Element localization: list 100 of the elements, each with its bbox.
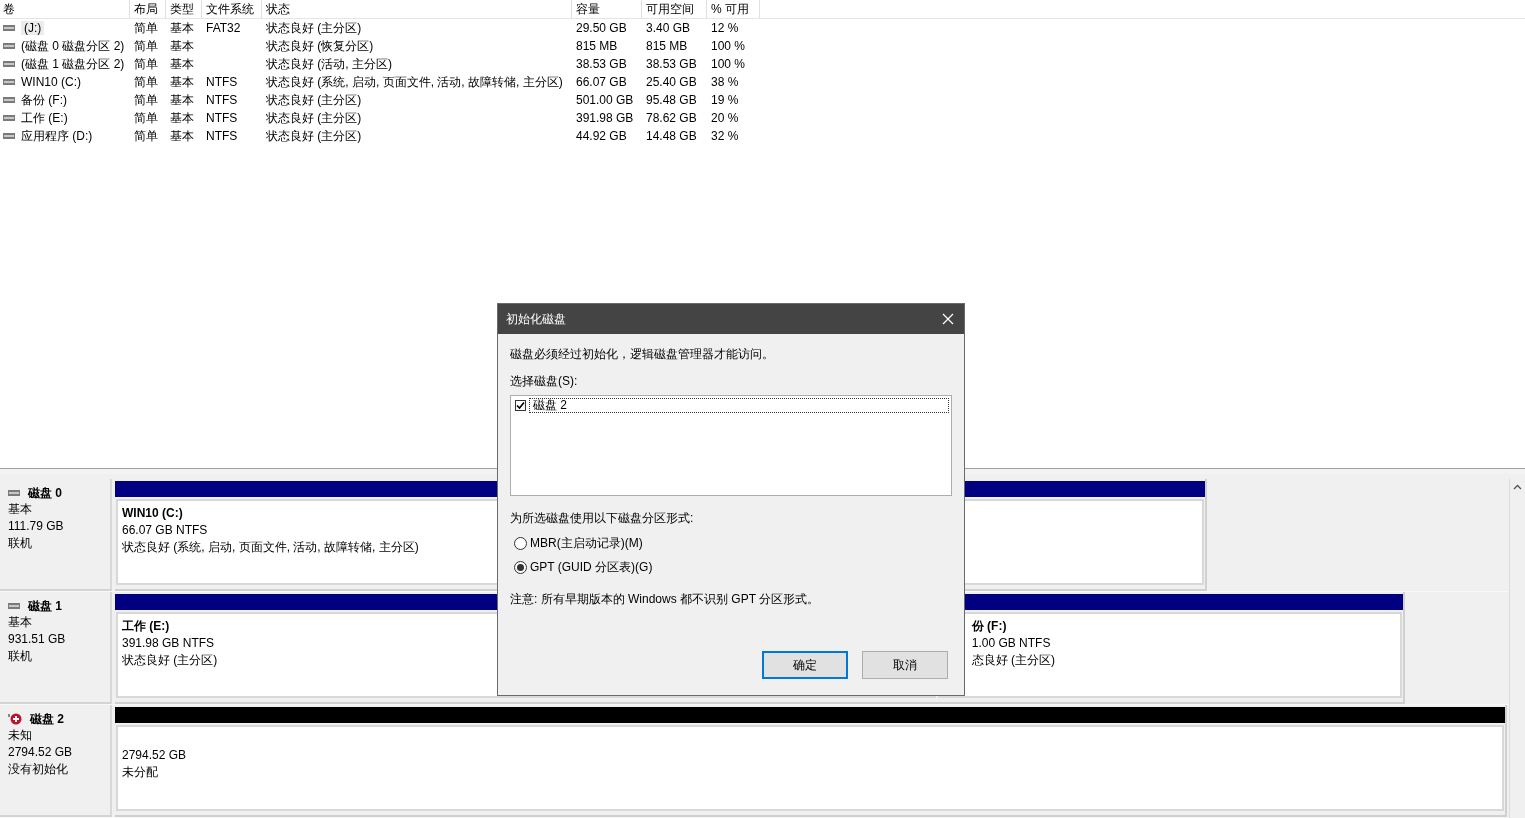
table-cell: FAT32: [206, 21, 241, 35]
disk-status: 没有初始化: [8, 761, 69, 778]
column-header[interactable]: 卷: [0, 0, 130, 18]
disk-size: 2794.52 GB: [8, 744, 74, 761]
disk-size: 111.79 GB: [8, 518, 65, 535]
table-cell: 基本: [170, 127, 194, 145]
table-cell: 状态良好 (主分区): [266, 91, 362, 109]
volume-name[interactable]: (J:): [21, 21, 45, 35]
ok-button[interactable]: 确定: [762, 651, 848, 679]
table-cell: 基本: [170, 55, 194, 73]
table-cell: NTFS: [206, 129, 238, 143]
table-cell: 状态良好 (活动, 主分区): [266, 55, 392, 73]
column-header[interactable]: 布局: [130, 0, 166, 18]
drive-icon: [3, 133, 15, 139]
error-icon: [8, 713, 22, 725]
table-cell: 815 MB: [576, 39, 618, 53]
checkbox[interactable]: [515, 400, 526, 411]
partition-detail: 391.98 GB NTFS: [122, 635, 215, 652]
table-cell: 简单: [134, 55, 158, 73]
table-cell: 基本: [170, 19, 194, 37]
table-cell: 简单: [134, 91, 158, 109]
radio-button[interactable]: [514, 536, 527, 550]
radio-label[interactable]: GPT (GUID 分区表)(G): [530, 558, 653, 576]
table-cell: 12 %: [711, 21, 739, 35]
drive-icon: [3, 115, 15, 121]
table-cell: 100 %: [711, 57, 746, 71]
table-cell: 状态良好 (主分区): [266, 109, 362, 127]
table-cell: 状态良好 (系统, 启动, 页面文件, 活动, 故障转储, 主分区): [266, 73, 563, 91]
table-cell: 29.50 GB: [576, 21, 627, 35]
table-cell: 简单: [134, 37, 158, 55]
volume-name[interactable]: WIN10 (C:): [19, 75, 83, 89]
table-cell: 简单: [134, 73, 158, 91]
partition-detail: 2794.52 GB: [122, 747, 187, 764]
cancel-button[interactable]: 取消: [862, 651, 948, 679]
partition-status: 状态良好 (系统, 启动, 页面文件, 活动, 故障转储, 主分区): [122, 539, 419, 556]
note-text: 注意: 所有早期版本的 Windows 都不识别 GPT 分区形式。: [510, 591, 821, 608]
column-header[interactable]: 文件系统: [202, 0, 262, 18]
table-cell: 简单: [134, 109, 158, 127]
table-cell: 25.40 GB: [646, 75, 697, 89]
table-cell: NTFS: [206, 75, 238, 89]
disk-name: 磁盘 0: [28, 484, 62, 502]
table-cell: NTFS: [206, 111, 238, 125]
table-cell: 391.98 GB: [576, 111, 634, 125]
table-cell: 14.48 GB: [646, 129, 697, 143]
disk-type: 基本: [8, 501, 33, 518]
drive-icon: [3, 61, 15, 67]
table-cell: 基本: [170, 73, 194, 91]
table-cell: 815 MB: [646, 39, 688, 53]
partition-detail: 1.00 GB NTFS: [971, 635, 1051, 652]
list-item[interactable]: 磁盘 2: [529, 398, 949, 413]
table-cell: 95.48 GB: [646, 93, 697, 107]
table-cell: 38.53 GB: [576, 57, 627, 71]
drive-icon: [3, 43, 15, 49]
table-cell: 38.53 GB: [646, 57, 697, 71]
table-cell: 78.62 GB: [646, 111, 697, 125]
table-cell: 状态良好 (恢复分区): [266, 37, 374, 55]
table-cell: 66.07 GB: [576, 75, 627, 89]
table-cell: 501.00 GB: [576, 93, 634, 107]
partition-status: 未分配: [122, 764, 158, 781]
field-label: 为所选磁盘使用以下磁盘分区形式:: [510, 510, 695, 527]
table-cell: 状态良好 (主分区): [266, 127, 362, 145]
table-cell: NTFS: [206, 93, 238, 107]
scrollbar[interactable]: [1509, 479, 1525, 818]
volume-name[interactable]: 应用程序 (D:): [19, 127, 95, 145]
table-cell: 44.92 GB: [576, 129, 627, 143]
drive-icon: [3, 97, 15, 103]
table-cell: 简单: [134, 127, 158, 145]
table-cell: 基本: [170, 37, 194, 55]
field-label: 选择磁盘(S):: [510, 373, 579, 390]
table-cell: 基本: [170, 91, 194, 109]
scroll-up-icon[interactable]: [1513, 484, 1522, 490]
disk-size: 931.51 GB: [8, 631, 67, 648]
disk-name: 磁盘 2: [30, 710, 64, 728]
message-text: 磁盘必须经过初始化，逻辑磁盘管理器才能访问。: [510, 346, 775, 363]
column-header[interactable]: 类型: [166, 0, 202, 18]
close-icon[interactable]: [942, 313, 954, 325]
radio-label[interactable]: MBR(主启动记录)(M): [530, 534, 643, 552]
disk-name: 磁盘 1: [28, 597, 62, 615]
volume-name[interactable]: 工作 (E:): [19, 109, 70, 127]
radio-button[interactable]: [514, 560, 527, 574]
disk-type: 基本: [8, 614, 33, 631]
partition-name: WIN10 (C:): [122, 505, 183, 522]
table-cell: 32 %: [711, 129, 739, 143]
table-cell: 3.40 GB: [646, 21, 691, 35]
volume-name[interactable]: (磁盘 0 磁盘分区 2): [19, 37, 127, 55]
column-header[interactable]: 状态: [262, 0, 572, 18]
table-cell: 100 %: [711, 39, 746, 53]
drive-icon: [8, 603, 20, 609]
partition-status: 状态良好 (主分区): [122, 652, 218, 669]
column-header[interactable]: % 可用: [707, 0, 760, 18]
volume-name[interactable]: (磁盘 1 磁盘分区 2): [19, 55, 127, 73]
disk-type: 未知: [8, 727, 33, 744]
partition-name: 工作 (E:): [122, 618, 170, 635]
disk-status: 联机: [8, 648, 33, 665]
column-header[interactable]: 容量: [572, 0, 642, 18]
column-header[interactable]: 可用空间: [642, 0, 707, 18]
table-cell: 基本: [170, 109, 194, 127]
volume-name[interactable]: 备份 (F:): [19, 91, 69, 109]
table-cell: 19 %: [711, 93, 739, 107]
disk-list[interactable]: 磁盘 2: [510, 395, 952, 496]
